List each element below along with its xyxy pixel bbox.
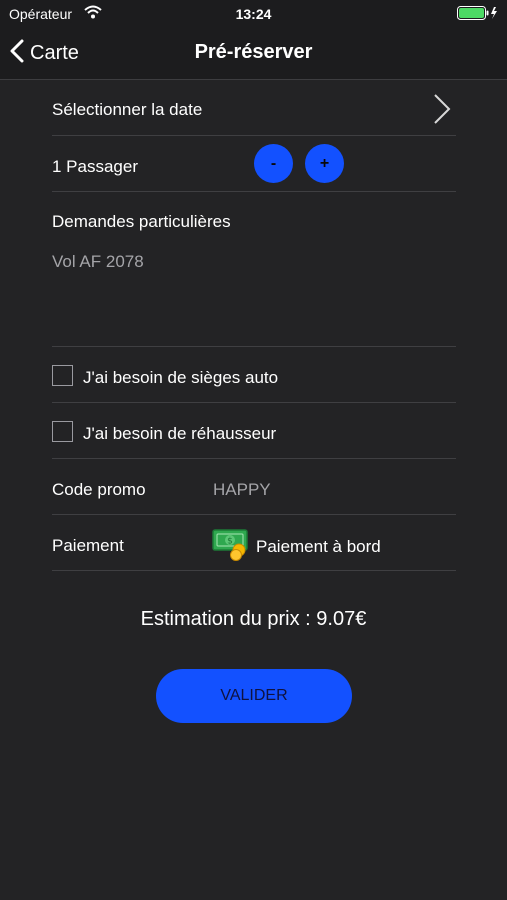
car-seats-checkbox[interactable] [52, 365, 73, 386]
decrease-passenger-button[interactable]: - [254, 144, 293, 183]
svg-text:$: $ [227, 537, 233, 547]
special-requests-row: Demandes particulières Vol AF 2078 [52, 192, 456, 347]
price-estimate: Estimation du prix : 9.07€ [140, 608, 367, 630]
status-time: 13:24 [235, 6, 272, 22]
validate-button[interactable]: VALIDER [156, 669, 352, 723]
cash-coins-icon: $ [212, 527, 250, 566]
payment-method-selector[interactable]: $ Paiement à bord [212, 527, 381, 566]
chevron-left-icon [10, 39, 24, 68]
promo-code-label: Code promo [52, 480, 146, 499]
car-seats-label: J'ai besoin de sièges auto [83, 368, 279, 387]
payment-method-label: Paiement à bord [256, 536, 381, 556]
booking-form: Sélectionner la date 1 Passager - + Dema… [52, 80, 456, 571]
promo-code-input[interactable]: HAPPY [213, 480, 271, 500]
status-bar: Opérateur 13:24 [0, 0, 507, 28]
chevron-right-icon [433, 93, 451, 130]
battery-icon [457, 6, 499, 25]
back-label: Carte [30, 41, 79, 64]
payment-label: Paiement [52, 536, 124, 555]
passenger-row: 1 Passager - + [52, 136, 456, 192]
special-requests-input[interactable]: Vol AF 2078 [52, 252, 452, 272]
promo-code-row: Code promo HAPPY [52, 459, 456, 515]
booster-label: J'ai besoin de réhausseur [83, 424, 277, 443]
increase-passenger-button[interactable]: + [305, 144, 344, 183]
special-requests-label: Demandes particulières [52, 212, 231, 231]
select-date-row[interactable]: Sélectionner la date [52, 80, 456, 136]
passenger-count-label: 1 Passager [52, 157, 138, 176]
select-date-label: Sélectionner la date [52, 100, 203, 119]
payment-row: Paiement $ Paiement à bord [52, 515, 456, 571]
navigation-bar: Carte Pré-réserver [0, 28, 507, 80]
back-button[interactable]: Carte [10, 37, 79, 69]
booster-row[interactable]: J'ai besoin de réhausseur [52, 403, 456, 459]
booster-checkbox[interactable] [52, 421, 73, 442]
car-seats-row[interactable]: J'ai besoin de sièges auto [52, 347, 456, 403]
